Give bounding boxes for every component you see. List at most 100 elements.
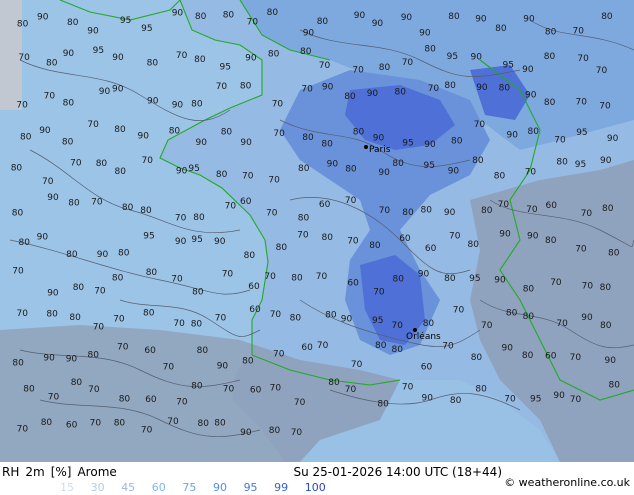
contour-label: 80 <box>444 81 456 91</box>
contour-label: 80 <box>600 321 612 331</box>
contour-label: 95 <box>93 46 104 56</box>
contour-label: 80 <box>73 283 85 293</box>
contour-label: 80 <box>300 47 312 57</box>
contour-label: 70 <box>48 393 60 403</box>
contour-label: 90 <box>37 12 49 22</box>
contour-label: 90 <box>475 14 487 24</box>
contour-label: 95 <box>424 161 435 171</box>
legend-value: 45 <box>121 481 136 494</box>
contour-label: 70 <box>163 362 175 372</box>
contour-label: 70 <box>301 84 313 94</box>
contour-label: 80 <box>194 55 206 65</box>
contour-label: 80 <box>244 251 256 261</box>
contour-label: 90 <box>37 233 49 243</box>
legend-value: 90 <box>212 481 227 494</box>
contour-label: 70 <box>347 236 359 246</box>
contour-label: 80 <box>421 205 433 215</box>
contour-label: 80 <box>472 156 484 166</box>
contour-label: 80 <box>345 165 357 175</box>
contour-label: 80 <box>46 58 58 68</box>
contour-label: 95 <box>530 394 541 404</box>
contour-label: 90 <box>354 11 366 21</box>
contour-label: 80 <box>392 159 404 169</box>
contour-label: 70 <box>142 156 154 166</box>
contour-label: 90 <box>176 167 188 177</box>
contour-label: 70 <box>550 278 562 288</box>
contour-label: 70 <box>87 120 99 130</box>
contour-label: 90 <box>499 230 511 240</box>
contour-label: 90 <box>47 289 59 299</box>
contour-label: 70 <box>573 27 585 37</box>
contour-label: 80 <box>392 345 404 355</box>
contour-label: 70 <box>70 159 82 169</box>
contour-label: 90 <box>502 343 514 353</box>
contour-label: 70 <box>175 213 187 223</box>
contour-label: 80 <box>41 418 53 428</box>
contour-label: 90 <box>444 208 456 218</box>
contour-label: 70 <box>449 232 461 242</box>
contour-label: 90 <box>522 65 534 75</box>
contour-label: 80 <box>11 164 23 174</box>
contour-label: 80 <box>545 27 557 37</box>
contour-label: 70 <box>264 272 276 282</box>
contour-label: 80 <box>193 213 205 223</box>
contour-label: 80 <box>197 346 209 356</box>
contour-label: 90 <box>424 140 436 150</box>
contour-label: 80 <box>118 249 130 259</box>
contour-label: 60 <box>248 282 260 292</box>
contour-label: 90 <box>112 85 124 95</box>
contour-label: 90 <box>303 28 315 38</box>
contour-label: 80 <box>140 206 152 216</box>
contour-label: 80 <box>195 12 207 22</box>
contour-label: 95 <box>220 63 231 73</box>
contour-label: 70 <box>379 206 391 216</box>
contour-label: 80 <box>68 199 80 209</box>
legend-value: 60 <box>151 481 166 494</box>
contour-label: 90 <box>87 26 99 36</box>
contour-label: 70 <box>272 99 284 109</box>
contour-label: 60 <box>145 395 157 405</box>
contour-label: 70 <box>319 61 331 71</box>
contour-label: 70 <box>141 426 153 436</box>
contour-label: 80 <box>499 84 511 94</box>
contour-label: 95 <box>143 231 154 241</box>
contour-label: 60 <box>66 420 78 430</box>
contour-label: 90 <box>581 313 593 323</box>
contour-label: 80 <box>191 382 203 392</box>
contour-label: 80 <box>96 159 108 169</box>
contour-label: 70 <box>113 315 125 325</box>
contour-label: 90 <box>245 54 257 64</box>
contour-label: 80 <box>119 395 131 405</box>
contour-label: 70 <box>570 353 582 363</box>
contour-label: 80 <box>276 243 288 253</box>
copyright-link[interactable]: © weatheronline.co.uk <box>504 476 630 489</box>
contour-label: 80 <box>71 378 83 388</box>
contour-label: 70 <box>247 18 259 28</box>
contour-label: 80 <box>468 240 480 250</box>
humidity-map[interactable]: Paris Orléans 80 90 80 90 95 95 90 80 80 70 80 90 80… <box>0 0 634 462</box>
contour-label: 80 <box>471 353 483 363</box>
contour-label: 70 <box>223 384 235 394</box>
contour-label: 90 <box>523 15 535 25</box>
contour-label: 70 <box>599 102 611 112</box>
contour-label: 70 <box>273 350 285 360</box>
contour-label: 90 <box>600 156 612 166</box>
contour-label: 90 <box>138 132 150 142</box>
contour-label: 60 <box>421 363 433 373</box>
contour-label: 95 <box>120 16 131 26</box>
contour-label: 90 <box>63 49 75 59</box>
contour-label: 80 <box>269 426 281 436</box>
contour-label: 80 <box>556 158 568 168</box>
contour-label: 70 <box>17 425 29 435</box>
contour-label: 90 <box>217 362 229 372</box>
contour-label: 60 <box>347 278 359 288</box>
contour-label: 70 <box>402 58 414 68</box>
contour-label: 90 <box>378 168 390 178</box>
contour-label: 80 <box>147 58 159 68</box>
map-footer: RH 2m [%] Arome Su 25-01-2026 14:00 UTC (18… <box>0 462 634 494</box>
contour-label: 80 <box>17 19 29 29</box>
legend-value: 99 <box>274 481 289 494</box>
contour-label: 80 <box>298 164 310 174</box>
contour-label: 80 <box>522 351 534 361</box>
contour-label: 80 <box>192 288 204 298</box>
